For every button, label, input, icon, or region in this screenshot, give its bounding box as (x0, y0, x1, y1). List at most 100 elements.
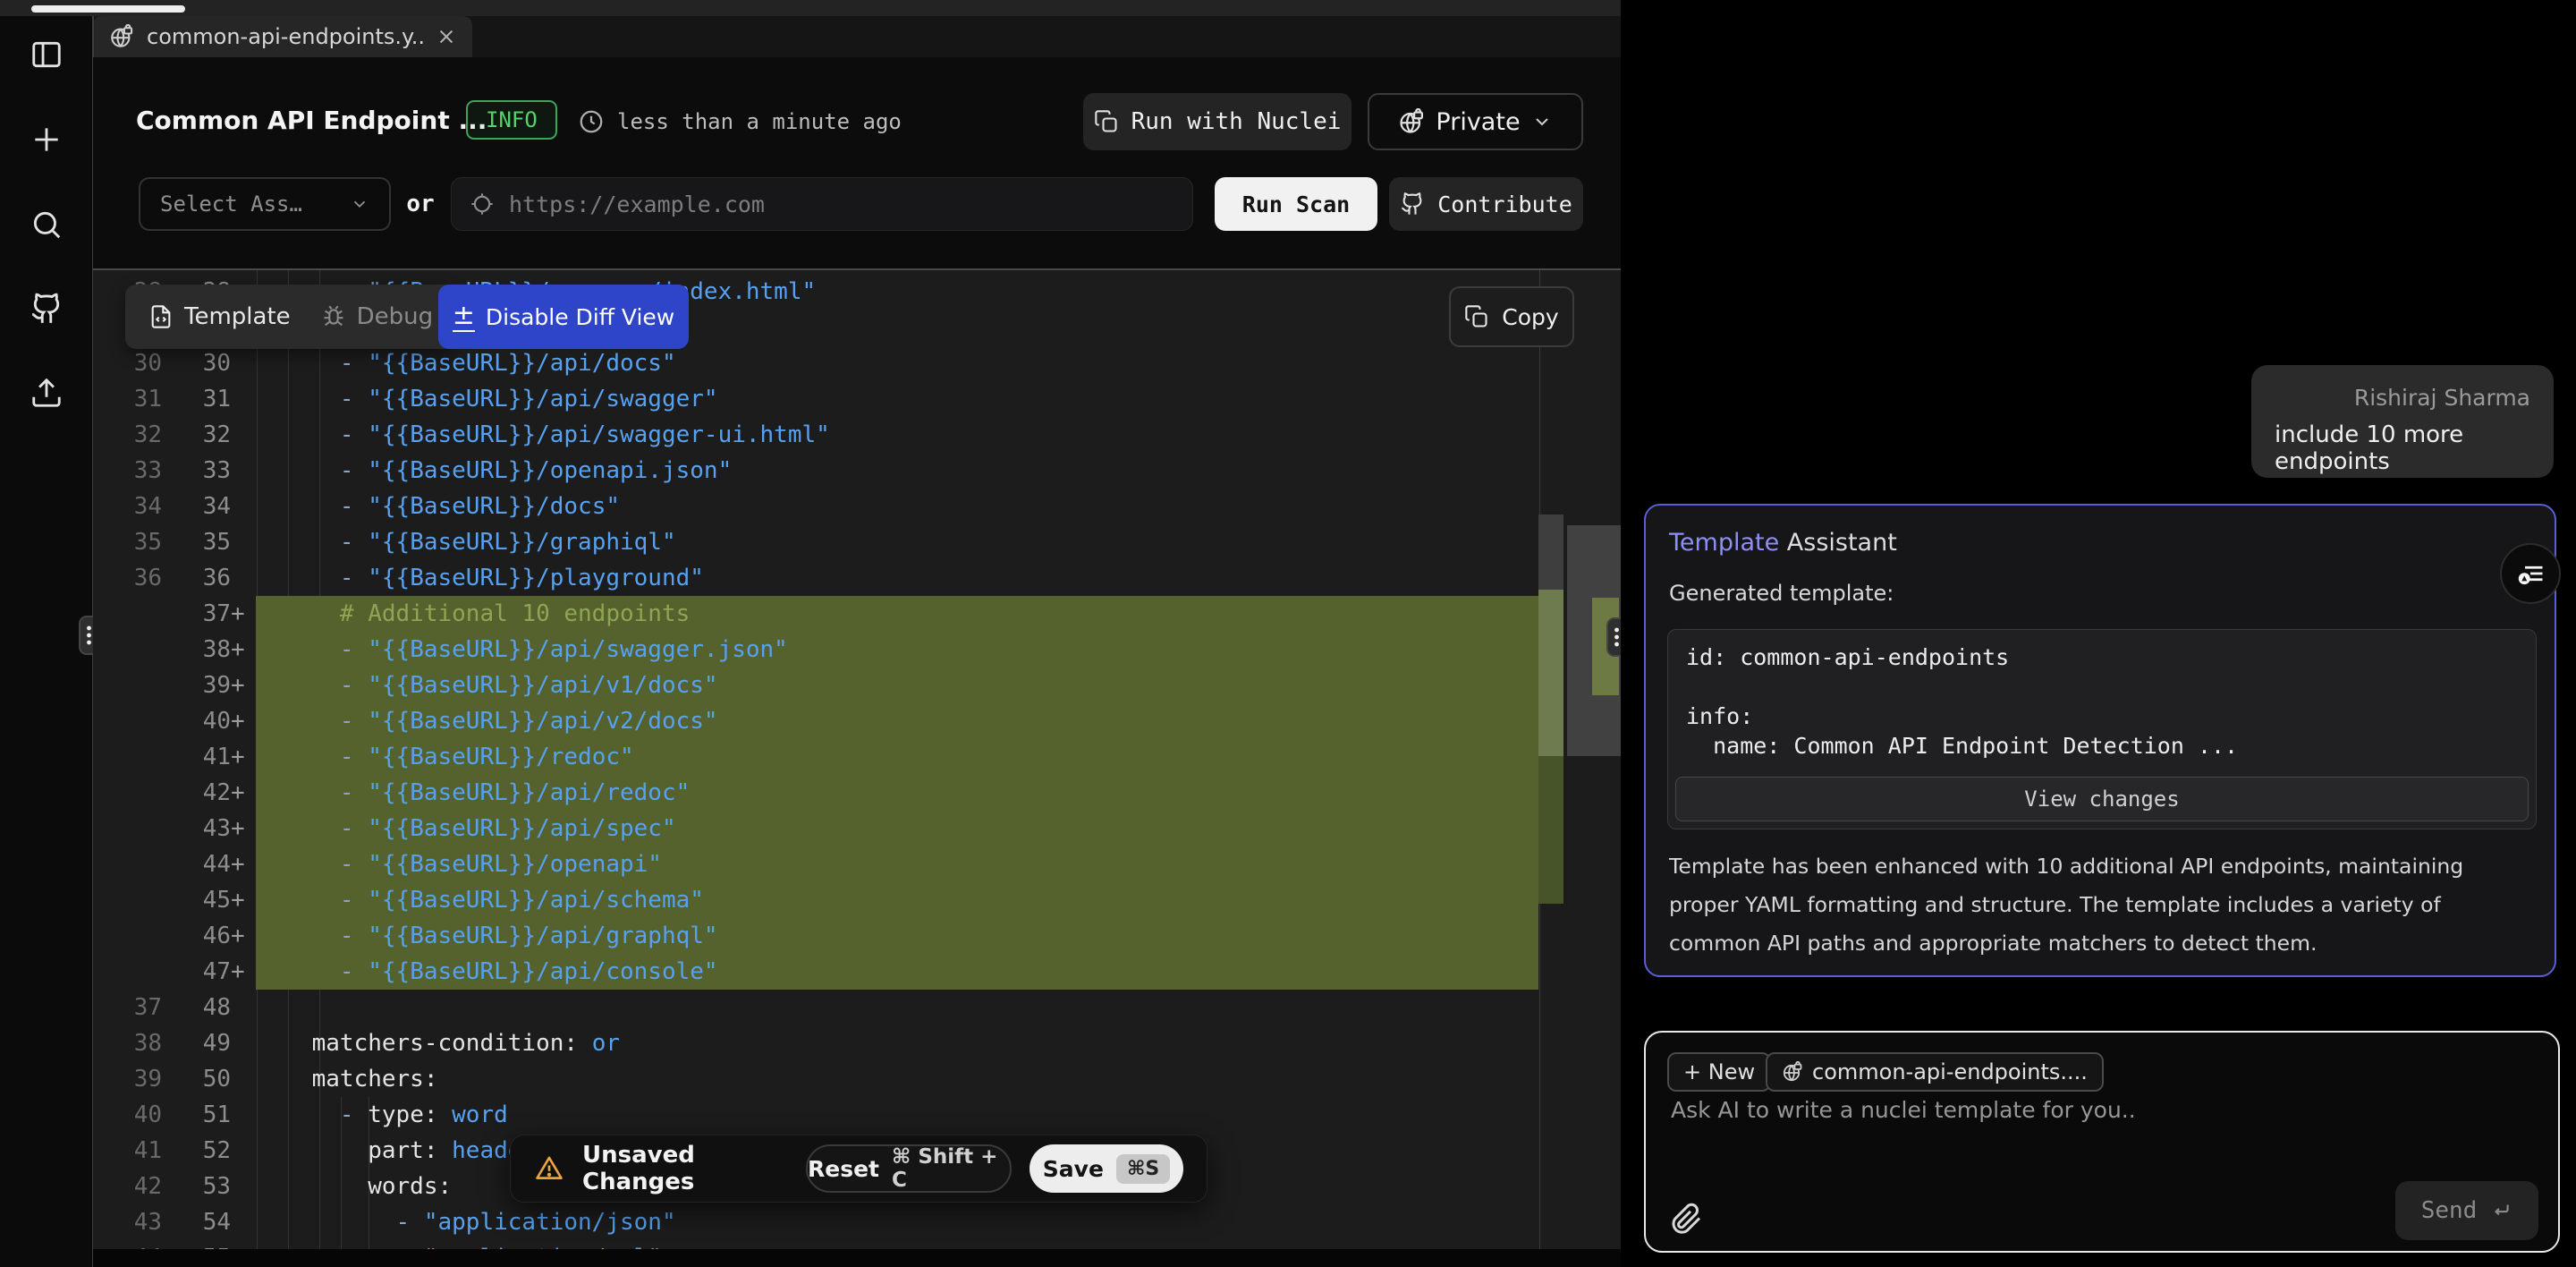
context-template-chip[interactable]: common-api-endpoints.... (1766, 1052, 2104, 1092)
search-icon[interactable] (30, 208, 64, 242)
window-bottom-strip (93, 1249, 1621, 1267)
copy-icon (1464, 304, 1489, 329)
reset-button[interactable]: Reset ⌘ Shift + C (806, 1144, 1012, 1193)
code-line-text: - "{{BaseURL}}/api/docs" (256, 345, 1538, 381)
code-line-text: matchers-condition: or (256, 1025, 1538, 1061)
assistant-options-button[interactable] (2500, 543, 2561, 604)
code-line: 3636 - "{{BaseURL}}/playground" (93, 560, 1538, 596)
code-line-text: - "{{BaseURL}}/redoc" (256, 739, 1538, 775)
save-label: Save (1043, 1156, 1104, 1182)
copy-label: Copy (1502, 304, 1558, 330)
save-button[interactable]: Save ⌘S (1030, 1144, 1183, 1193)
globe-lock-icon (1782, 1061, 1803, 1083)
diff-icon: ± (453, 302, 475, 332)
code-line-text: - "{{BaseURL}}/api/redoc" (256, 775, 1538, 811)
code-line: 4354 - "application/json" (93, 1204, 1538, 1240)
code-line-text: - "{{BaseURL}}/api/spec" (256, 811, 1538, 846)
last-updated-text: less than a minute ago (617, 109, 902, 134)
run-scan-button[interactable]: Run Scan (1215, 177, 1377, 231)
minimap (1538, 514, 1563, 590)
code-line-text: - "{{BaseURL}}/api/v1/docs" (256, 668, 1538, 703)
severity-badge: INFO (466, 100, 557, 140)
send-label: Send (2421, 1197, 2478, 1224)
code-line-text: - "{{BaseURL}}/api/console" (256, 954, 1538, 990)
panel-left-icon[interactable] (30, 38, 64, 72)
assistant-title-accent: Template (1669, 529, 1779, 557)
code-rows: 2828 - "{{BaseURL}}/swagger/index.html"2… (93, 274, 1538, 1249)
reset-shortcut: ⌘ Shift + C (892, 1145, 1010, 1192)
code-line: 3849 matchers-condition: or (93, 1025, 1538, 1061)
or-separator: or (402, 177, 438, 231)
select-assistant-dropdown[interactable]: Select Ass… (139, 177, 391, 231)
minimap-diff-region (1538, 756, 1563, 904)
run-with-nuclei-button[interactable]: Run with Nuclei (1083, 93, 1352, 150)
code-line-text: - "{{BaseURL}}/api/v2/docs" (256, 703, 1538, 739)
globe-lock-icon (1398, 108, 1425, 135)
code-line: 4455 - "application/xml" (93, 1240, 1538, 1249)
code-line: 45+ - "{{BaseURL}}/api/schema" (93, 882, 1538, 918)
code-line: 47+ - "{{BaseURL}}/api/console" (93, 954, 1538, 990)
code-line: 39+ - "{{BaseURL}}/api/v1/docs" (93, 668, 1538, 703)
code-line: 4051 - type: word (93, 1097, 1538, 1133)
tab-debug[interactable]: Debug (321, 303, 434, 330)
visibility-label: Private (1436, 108, 1520, 136)
bug-icon (321, 304, 346, 329)
disable-diff-view-button[interactable]: ± Disable Diff View (438, 285, 689, 349)
unsaved-changes-bar: Unsaved Changes Reset ⌘ Shift + C Save ⌘… (510, 1135, 1208, 1203)
code-line-text: - "{{BaseURL}}/openapi" (256, 846, 1538, 882)
code-line-text: - type: word (256, 1097, 1538, 1133)
code-line-text: - "{{BaseURL}}/playground" (256, 560, 1538, 596)
target-url-input[interactable]: https://example.com (451, 177, 1193, 231)
visibility-dropdown[interactable]: Private (1368, 93, 1583, 150)
code-line: 43+ - "{{BaseURL}}/api/spec" (93, 811, 1538, 846)
code-line: 3434 - "{{BaseURL}}/docs" (93, 489, 1538, 524)
ai-prompt-composer[interactable]: + New common-api-endpoints.... Ask AI to… (1644, 1031, 2560, 1253)
user-message-bubble: Rishiraj Sharma include 10 more endpoint… (2251, 365, 2554, 478)
copy-button[interactable]: Copy (1449, 286, 1574, 347)
code-line-text: - "{{BaseURL}}/graphiql" (256, 524, 1538, 560)
new-chat-label: + New (1683, 1059, 1755, 1084)
code-line-text: - "{{BaseURL}}/api/swagger-ui.html" (256, 417, 1538, 453)
close-icon[interactable] (436, 27, 456, 47)
contribute-button[interactable]: Contribute (1389, 177, 1583, 231)
run-with-nuclei-label: Run with Nuclei (1131, 108, 1342, 135)
code-line: 3030 - "{{BaseURL}}/api/docs" (93, 345, 1538, 381)
code-line-text: # Additional 10 endpoints (256, 596, 1538, 632)
user-name: Rishiraj Sharma (2275, 385, 2530, 411)
globe-lock-icon (109, 24, 134, 49)
github-icon[interactable] (30, 292, 64, 326)
user-message: include 10 more endpoints (2275, 421, 2530, 475)
new-chat-chip[interactable]: + New (1667, 1052, 1771, 1092)
view-changes-button[interactable]: View changes (1675, 777, 2529, 821)
nuclei-template-editor: common-api-endpoints.y... Common API End… (0, 0, 2576, 1267)
warning-icon (534, 1153, 564, 1184)
code-line-text: - "{{BaseURL}}/docs" (256, 489, 1538, 524)
save-shortcut: ⌘S (1116, 1154, 1170, 1184)
target-url-placeholder: https://example.com (509, 191, 765, 217)
assistant-summary: Template has been enhanced with 10 addit… (1669, 847, 2537, 963)
code-line: 42+ - "{{BaseURL}}/api/redoc" (93, 775, 1538, 811)
code-line: 41+ - "{{BaseURL}}/redoc" (93, 739, 1538, 775)
yaml-diff-editor[interactable]: 2828 - "{{BaseURL}}/swagger/index.html"2… (93, 270, 1621, 1249)
page-title: Common API Endpoint ... (136, 106, 487, 135)
code-line-text: matchers: (256, 1061, 1538, 1097)
plus-icon[interactable] (30, 123, 64, 157)
chevron-down-icon (1531, 111, 1553, 132)
assistant-title-rest: Assistant (1779, 529, 1897, 557)
context-template-label: common-api-endpoints.... (1812, 1059, 2088, 1084)
tab-template-label: Template (184, 303, 291, 330)
generated-template-label: Generated template: (1669, 581, 1894, 606)
attachment-button[interactable] (1665, 1197, 1707, 1238)
file-template-icon (148, 304, 174, 329)
unsaved-changes-label: Unsaved Changes (582, 1142, 788, 1195)
generated-template-code: id: common-api-endpoints info: name: Com… (1668, 630, 2536, 773)
upload-icon[interactable] (30, 376, 64, 410)
tab-common-api-endpoints[interactable]: common-api-endpoints.y... (93, 16, 472, 57)
code-line: 38+ - "{{BaseURL}}/api/swagger.json" (93, 632, 1538, 668)
prompt-input[interactable]: Ask AI to write a nuclei template for yo… (1671, 1097, 2136, 1123)
target-icon (470, 191, 495, 217)
contribute-label: Contribute (1437, 191, 1572, 217)
tab-template[interactable]: Template (148, 303, 291, 330)
send-button[interactable]: Send (2395, 1181, 2538, 1240)
code-line-text: - "{{BaseURL}}/api/swagger" (256, 381, 1538, 417)
